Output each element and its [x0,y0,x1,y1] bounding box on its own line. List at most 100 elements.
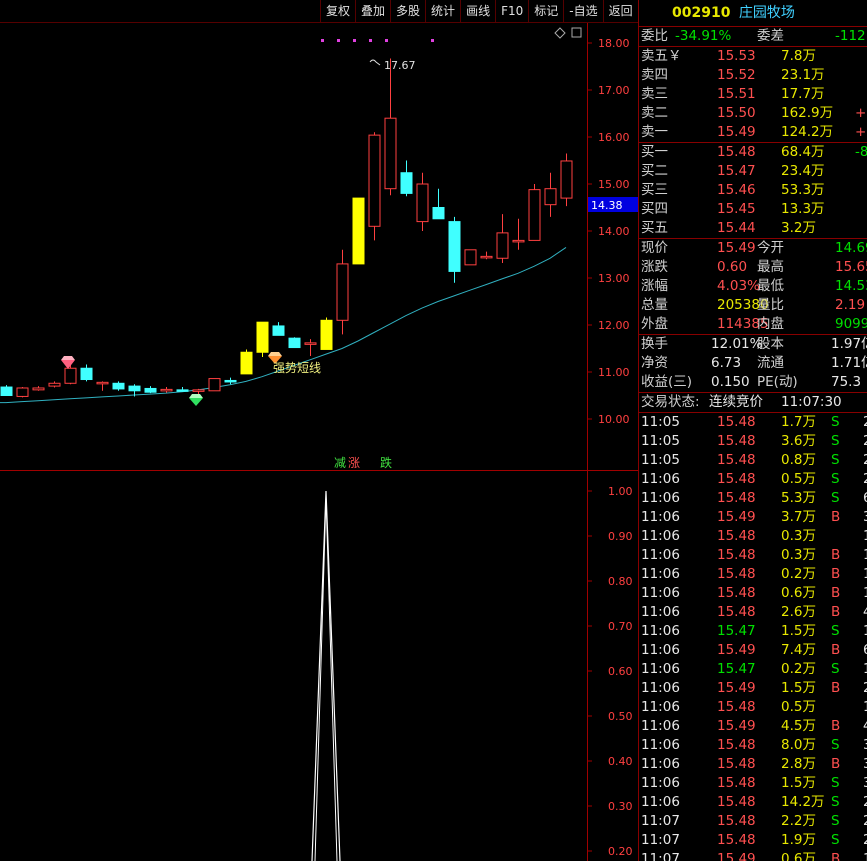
tick-row: 11:06 15.49 1.5万 B 2 [639,679,867,698]
tick-volume: 3.6万 [781,433,816,449]
price-axis-label: 14.00 [598,225,630,238]
stat-label-2: 量比 [757,297,784,313]
mark-button[interactable]: 标记 [528,0,563,22]
tick-price: 15.48 [717,794,756,810]
tick-row: 11:05 15.48 3.6万 S 2 [639,432,867,451]
price-axis-label: 13.00 [598,272,630,285]
tick-row: 11:07 15.48 1.9万 S 2 [639,831,867,850]
buy-order-row: 买一 15.48 68.4万 -86 [639,143,867,162]
tick-row: 11:05 15.48 0.8万 S 2 [639,451,867,470]
tick-time: 11:06 [641,547,680,563]
tick-row: 11:06 15.49 3.7万 B 3 [639,508,867,527]
trade-status-time: 11:07:30 [781,394,842,410]
info-value: 12.01% [711,336,763,352]
fuquan-button[interactable]: 复权 [320,0,355,22]
tick-volume: 1.5万 [781,775,816,791]
trade-status-value: 连续竞价 [709,394,763,410]
f10-button[interactable]: F10 [495,0,528,22]
info-value: 0.150 [711,374,750,390]
order-label: 卖四 [641,67,668,83]
tick-direction: S [831,414,840,430]
tick-count: 1 [863,546,867,565]
tick-row: 11:06 15.48 0.2万 B 1 [639,565,867,584]
high-label: 17.67 [384,59,416,72]
candle [560,153,573,207]
tick-row: 11:06 15.48 2.6万 B 4 [639,603,867,622]
stat-value-2: 14.69 [835,240,867,256]
tick-count: 4 [863,603,867,622]
tick-list[interactable]: 11:0515.481.7万S211:0515.483.6万S211:0515.… [639,412,867,861]
order-label: 买二 [641,163,668,179]
stock-header: 002910 庄园牧场 [639,0,867,26]
tick-count: 1 [863,622,867,641]
info-block: 换手 12.01%股本 1.97亿净资 6.73 流通 1.71亿收益(三) 0.150 PE… [639,334,867,392]
tick-price: 15.48 [717,604,756,620]
tick-count: 3 [863,774,867,793]
tick-volume: 0.6万 [781,851,816,861]
info-row: 净资 6.73 流通 1.71亿 [639,354,867,373]
tick-count: 1 [863,660,867,679]
tick-volume: 8.0万 [781,737,816,753]
indicator-axis-label: 0.80 [608,575,633,588]
overlay-button[interactable]: 叠加 [355,0,390,22]
tick-row: 11:07 15.49 0.6万 B 1 [639,850,867,861]
tick-volume: 2.6万 [781,604,816,620]
tick-count: 1 [863,527,867,546]
tick-time: 11:05 [641,414,680,430]
tick-count: 3 [863,736,867,755]
stat-label-2: 最高 [757,259,784,275]
stat-value-2: 14.53 [835,278,867,294]
tick-row: 11:06 15.47 0.2万 S 1 [639,660,867,679]
sell-order-row: 卖一 15.49 124.2万 +2 [639,123,867,142]
buy-order-row: 买五 15.44 3.2万 [639,219,867,238]
draw-line-button[interactable]: 画线 [460,0,495,22]
candle [240,349,253,375]
info-label-2: 流通 [757,355,784,371]
tick-time: 11:06 [641,680,680,696]
tick-time: 11:06 [641,642,680,658]
order-label: 买一 [641,144,668,160]
sell-order-row: 卖五￥ 15.53 7.8万 [639,47,867,66]
tick-volume: 2.2万 [781,813,816,829]
stat-value-2: 90995 [835,316,867,332]
tick-row: 11:06 15.49 7.4万 B 6 [639,641,867,660]
buy-orders: 买一15.4868.4万-86买二15.4723.4万买三15.4653.3万买… [639,142,867,238]
indicator-axis-label: 1.00 [608,485,633,498]
tick-price: 15.48 [717,737,756,753]
stat-value: 0.60 [717,259,748,275]
stat-value-2: 2.19 [835,297,866,313]
order-change: +2 [855,124,867,140]
tick-count: 1 [863,850,867,861]
tick-count: 1 [863,565,867,584]
tick-count: 3 [863,755,867,774]
info-label: 收益(三) [641,374,693,390]
tick-price: 15.48 [717,528,756,544]
tick-direction: B [831,509,841,525]
tick-row: 11:06 15.48 14.2万 S 2 [639,793,867,812]
multi-stock-button[interactable]: 多股 [390,0,425,22]
price-axis-label: 18.00 [598,37,630,50]
statistics-button[interactable]: 统计 [425,0,460,22]
chart-area[interactable]: 18.00 17.00 16.00 15.00 14.00 13.00 12.00 11.00… [0,0,638,861]
back-button[interactable]: 返回 [602,0,638,22]
order-label: 卖一 [641,124,668,140]
order-label: 买三 [641,182,668,198]
tick-count: 6 [863,641,867,660]
order-price: 15.46 [717,182,756,198]
candle [528,184,541,241]
tick-volume: 1.9万 [781,832,816,848]
kline-chart[interactable]: 18.00 17.00 16.00 15.00 14.00 13.00 12.00 11.00… [0,0,638,861]
tick-direction: S [831,452,840,468]
order-label: 卖五￥ [641,48,682,64]
tick-direction: B [831,756,841,772]
tick-volume: 0.5万 [781,699,816,715]
tick-row: 11:06 15.48 2.8万 B 3 [639,755,867,774]
watchlist-button[interactable]: -自选 [563,0,602,22]
order-price: 15.44 [717,220,756,236]
tick-time: 11:06 [641,794,680,810]
tick-direction: S [831,471,840,487]
tick-count: 4 [863,717,867,736]
tick-count: 2 [863,432,867,451]
order-price: 15.50 [717,105,756,121]
tick-price: 15.49 [717,680,756,696]
